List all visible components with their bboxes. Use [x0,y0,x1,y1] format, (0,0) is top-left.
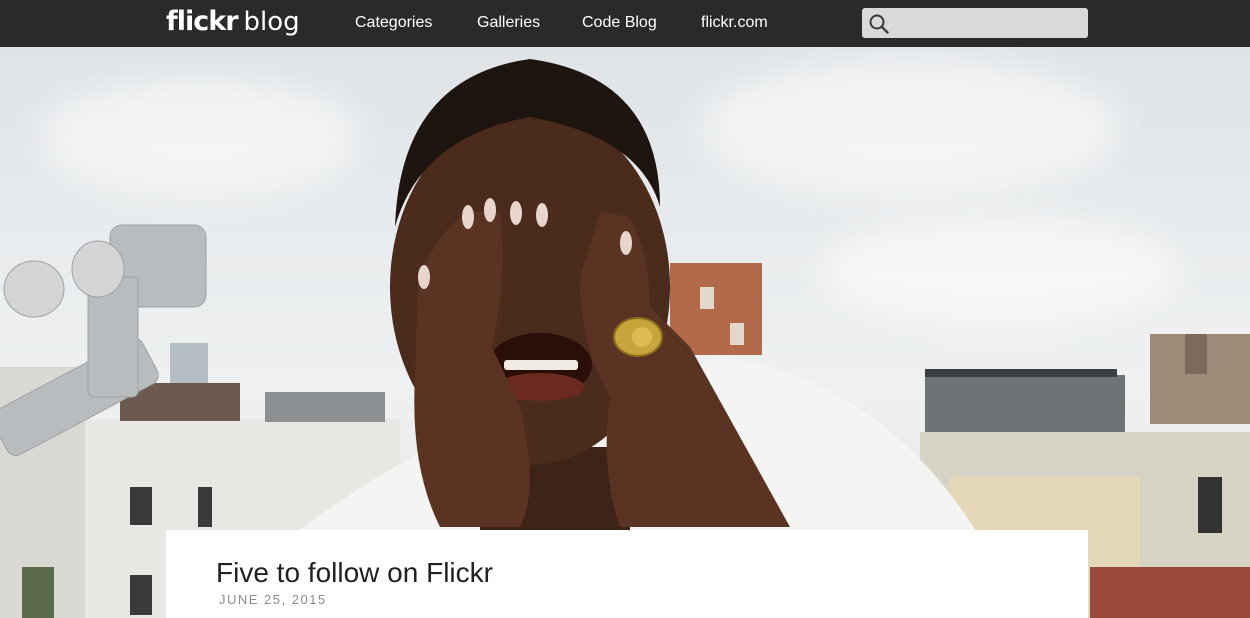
nav-code-blog-link[interactable]: Code Blog [582,14,657,32]
post-card: Five to follow on Flickr JUNE 25, 2015 [166,530,1088,618]
logo-brand: flickr [166,6,239,37]
nav-categories-link[interactable]: Categories [355,14,432,32]
flickr-blog-logo[interactable]: flickr blog [166,6,300,40]
post-title-link[interactable]: Five to follow on Flickr [216,557,493,589]
nav-flickr-com-link[interactable]: flickr.com [701,14,768,32]
search-icon[interactable] [868,13,890,35]
nav-galleries-link[interactable]: Galleries [477,14,540,32]
logo-suffix: blog [243,7,300,37]
top-navigation-bar: flickr blog Categories Galleries Code Bl… [0,0,1250,47]
post-date: JUNE 25, 2015 [219,592,327,607]
search-input[interactable] [894,12,1084,36]
search-box [862,8,1088,38]
